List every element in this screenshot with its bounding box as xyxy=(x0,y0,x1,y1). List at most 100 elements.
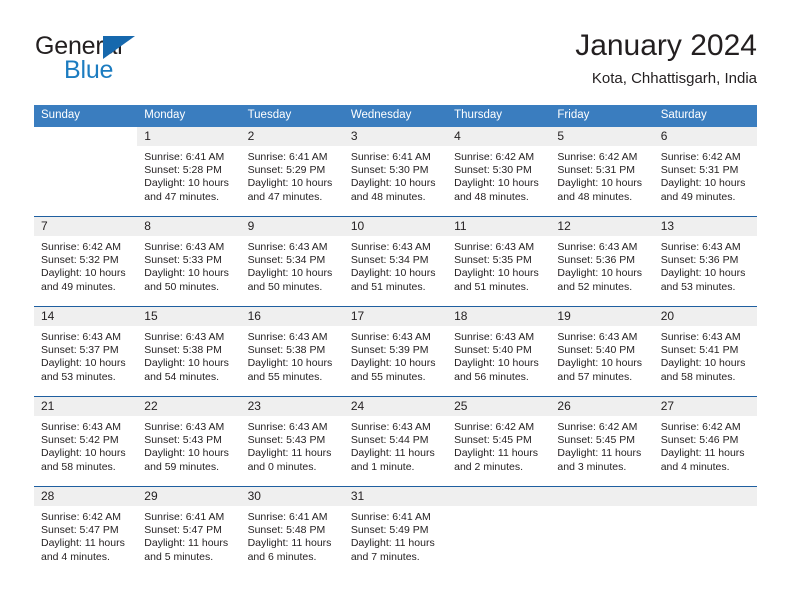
sunrise-text: Sunrise: 6:43 AM xyxy=(454,331,535,343)
calendar-week-row: 28 Sunrise: 6:42 AM Sunset: 5:47 PM Dayligh… xyxy=(34,486,757,576)
day-cell[interactable]: 31 Sunrise: 6:41 AM Sunset: 5:49 PM Dayligh… xyxy=(343,487,448,576)
sunrise-text: Sunrise: 6:41 AM xyxy=(247,511,328,523)
day-number xyxy=(550,487,654,506)
day-cell[interactable]: 18 Sunrise: 6:43 AM Sunset: 5:40 PM Dayligh… xyxy=(447,307,551,396)
day-number xyxy=(653,487,757,506)
sunrise-text: Sunrise: 6:43 AM xyxy=(350,241,431,253)
sunset-text: Sunset: 5:45 PM xyxy=(454,434,532,447)
day-number: 4 xyxy=(447,127,551,146)
day-number: 30 xyxy=(240,487,344,506)
sunrise-text: Sunrise: 6:43 AM xyxy=(350,421,431,433)
calendar-cell: 5 Sunrise: 6:42 AM Sunset: 5:31 PM Daylight… xyxy=(550,127,654,217)
calendar-cell: 31 Sunrise: 6:41 AM Sunset: 5:49 PM Dayligh… xyxy=(343,486,448,576)
sunrise-text: Sunrise: 6:43 AM xyxy=(144,241,225,253)
sunset-text: Sunset: 5:44 PM xyxy=(350,434,429,447)
day-number: 28 xyxy=(34,487,138,506)
sunset-text: Sunset: 5:48 PM xyxy=(247,524,326,537)
daylight-text-line2: and 55 minutes. xyxy=(350,370,426,383)
sunset-text: Sunset: 5:31 PM xyxy=(557,164,636,177)
day-cell[interactable]: 23 Sunrise: 6:43 AM Sunset: 5:43 PM Dayligh… xyxy=(240,397,344,486)
daylight-text-line2: and 6 minutes. xyxy=(247,550,317,563)
day-cell[interactable]: 6 Sunrise: 6:42 AM Sunset: 5:31 PM Daylight… xyxy=(653,127,757,216)
daylight-text-line2: and 2 minutes. xyxy=(454,460,524,473)
day-number: 7 xyxy=(34,217,138,236)
day-cell[interactable]: 28 Sunrise: 6:42 AM Sunset: 5:47 PM Dayligh… xyxy=(34,487,138,576)
daylight-text-line1: Daylight: 10 hours xyxy=(660,267,746,280)
calendar-cell: 28 Sunrise: 6:42 AM Sunset: 5:47 PM Dayligh… xyxy=(34,486,138,576)
day-details: Sunrise: 6:42 AM Sunset: 5:46 PM Daylight:… xyxy=(654,416,757,474)
sunset-text: Sunset: 5:40 PM xyxy=(557,344,636,357)
daylight-text-line1: Daylight: 10 hours xyxy=(350,267,436,280)
calendar-cell: 20 Sunrise: 6:43 AM Sunset: 5:41 PM Dayligh… xyxy=(653,306,757,397)
day-cell[interactable]: 19 Sunrise: 6:43 AM Sunset: 5:40 PM Dayligh… xyxy=(550,307,654,396)
daylight-text-line1: Daylight: 10 hours xyxy=(660,177,746,190)
day-number: 2 xyxy=(240,127,344,146)
day-cell[interactable]: 21 Sunrise: 6:43 AM Sunset: 5:42 PM Dayligh… xyxy=(34,397,138,486)
day-cell[interactable]: 30 Sunrise: 6:41 AM Sunset: 5:48 PM Dayligh… xyxy=(240,487,344,576)
daylight-text-line1: Daylight: 10 hours xyxy=(41,267,126,280)
calendar-cell xyxy=(653,486,757,576)
weekday-header-tuesday: Tuesday xyxy=(240,105,344,127)
sunset-text: Sunset: 5:42 PM xyxy=(41,434,119,447)
sunrise-text: Sunrise: 6:43 AM xyxy=(660,241,741,253)
day-cell[interactable]: 27 Sunrise: 6:42 AM Sunset: 5:46 PM Dayligh… xyxy=(653,397,757,486)
calendar-cell: 26 Sunrise: 6:42 AM Sunset: 5:45 PM Dayligh… xyxy=(550,396,654,487)
calendar-cell: 25 Sunrise: 6:42 AM Sunset: 5:45 PM Dayligh… xyxy=(447,396,551,487)
day-details: Sunrise: 6:41 AM Sunset: 5:30 PM Daylight:… xyxy=(344,146,447,204)
day-cell[interactable]: 29 Sunrise: 6:41 AM Sunset: 5:47 PM Dayligh… xyxy=(137,487,241,576)
day-details: Sunrise: 6:43 AM Sunset: 5:36 PM Daylight:… xyxy=(654,236,757,294)
sunrise-text: Sunrise: 6:43 AM xyxy=(247,241,328,253)
day-cell[interactable]: 22 Sunrise: 6:43 AM Sunset: 5:43 PM Dayligh… xyxy=(137,397,241,486)
day-number: 1 xyxy=(137,127,241,146)
day-cell[interactable]: 25 Sunrise: 6:42 AM Sunset: 5:45 PM Dayligh… xyxy=(447,397,551,486)
day-cell[interactable]: 4 Sunrise: 6:42 AM Sunset: 5:30 PM Daylight… xyxy=(447,127,551,216)
day-cell[interactable]: 8 Sunrise: 6:43 AM Sunset: 5:33 PM Daylight… xyxy=(137,217,241,306)
day-number: 12 xyxy=(550,217,654,236)
page-subtitle: Kota, Chhattisgarh, India xyxy=(591,70,757,87)
day-cell[interactable]: 12 Sunrise: 6:43 AM Sunset: 5:36 PM Dayligh… xyxy=(550,217,654,306)
sunset-text: Sunset: 5:41 PM xyxy=(660,344,739,357)
daylight-text-line2: and 56 minutes. xyxy=(454,370,529,383)
day-cell[interactable]: 3 Sunrise: 6:41 AM Sunset: 5:30 PM Daylight… xyxy=(343,127,448,216)
day-cell[interactable]: 26 Sunrise: 6:42 AM Sunset: 5:45 PM Dayligh… xyxy=(550,397,654,486)
day-cell[interactable]: 9 Sunrise: 6:43 AM Sunset: 5:34 PM Daylight… xyxy=(240,217,344,306)
day-cell[interactable]: 11 Sunrise: 6:43 AM Sunset: 5:35 PM Dayligh… xyxy=(447,217,551,306)
day-number: 22 xyxy=(137,397,241,416)
sunset-text: Sunset: 5:36 PM xyxy=(557,254,636,267)
day-number: 8 xyxy=(137,217,241,236)
daylight-text-line2: and 58 minutes. xyxy=(660,370,736,383)
sunrise-text: Sunrise: 6:42 AM xyxy=(557,151,638,163)
day-cell[interactable]: 13 Sunrise: 6:43 AM Sunset: 5:36 PM Dayligh… xyxy=(653,217,757,306)
day-cell[interactable]: 7 Sunrise: 6:42 AM Sunset: 5:32 PM Daylight… xyxy=(34,217,138,306)
daylight-text-line1: Daylight: 10 hours xyxy=(350,177,436,190)
day-cell[interactable]: 15 Sunrise: 6:43 AM Sunset: 5:38 PM Dayligh… xyxy=(137,307,241,396)
daylight-text-line2: and 50 minutes. xyxy=(144,280,219,293)
day-cell[interactable]: 10 Sunrise: 6:43 AM Sunset: 5:34 PM Dayligh… xyxy=(343,217,448,306)
daylight-text-line2: and 49 minutes. xyxy=(660,190,736,203)
day-cell[interactable]: 1 Sunrise: 6:41 AM Sunset: 5:28 PM Daylight… xyxy=(137,127,241,216)
sunrise-text: Sunrise: 6:41 AM xyxy=(144,151,225,163)
generalblue-logo[interactable]: General Blue xyxy=(35,32,225,90)
day-cell[interactable]: 2 Sunrise: 6:41 AM Sunset: 5:29 PM Daylight… xyxy=(240,127,344,216)
daylight-text-line1: Daylight: 11 hours xyxy=(247,537,332,550)
sunset-text: Sunset: 5:40 PM xyxy=(454,344,532,357)
daylight-text-line1: Daylight: 10 hours xyxy=(454,267,539,280)
day-cell[interactable]: 17 Sunrise: 6:43 AM Sunset: 5:39 PM Dayligh… xyxy=(343,307,448,396)
day-details: Sunrise: 6:43 AM Sunset: 5:40 PM Daylight:… xyxy=(447,326,550,384)
sunset-text: Sunset: 5:30 PM xyxy=(350,164,429,177)
calendar-week-row: 7 Sunrise: 6:42 AM Sunset: 5:32 PM Daylight… xyxy=(34,216,757,307)
daylight-text-line2: and 53 minutes. xyxy=(41,370,116,383)
day-details: Sunrise: 6:43 AM Sunset: 5:40 PM Daylight:… xyxy=(550,326,653,384)
sunset-text: Sunset: 5:46 PM xyxy=(660,434,739,447)
day-cell[interactable]: 16 Sunrise: 6:43 AM Sunset: 5:38 PM Dayligh… xyxy=(240,307,344,396)
calendar-cell: 8 Sunrise: 6:43 AM Sunset: 5:33 PM Daylight… xyxy=(137,216,241,307)
day-cell[interactable]: 14 Sunrise: 6:43 AM Sunset: 5:37 PM Dayligh… xyxy=(34,307,138,396)
day-number: 20 xyxy=(653,307,757,326)
day-details: Sunrise: 6:43 AM Sunset: 5:34 PM Daylight:… xyxy=(344,236,447,294)
day-number: 14 xyxy=(34,307,138,326)
daylight-text-line1: Daylight: 10 hours xyxy=(41,357,126,370)
day-cell[interactable]: 20 Sunrise: 6:43 AM Sunset: 5:41 PM Dayligh… xyxy=(653,307,757,396)
sunset-text: Sunset: 5:35 PM xyxy=(454,254,532,267)
day-cell[interactable]: 5 Sunrise: 6:42 AM Sunset: 5:31 PM Daylight… xyxy=(550,127,654,216)
day-cell[interactable]: 24 Sunrise: 6:43 AM Sunset: 5:44 PM Dayligh… xyxy=(343,397,448,486)
